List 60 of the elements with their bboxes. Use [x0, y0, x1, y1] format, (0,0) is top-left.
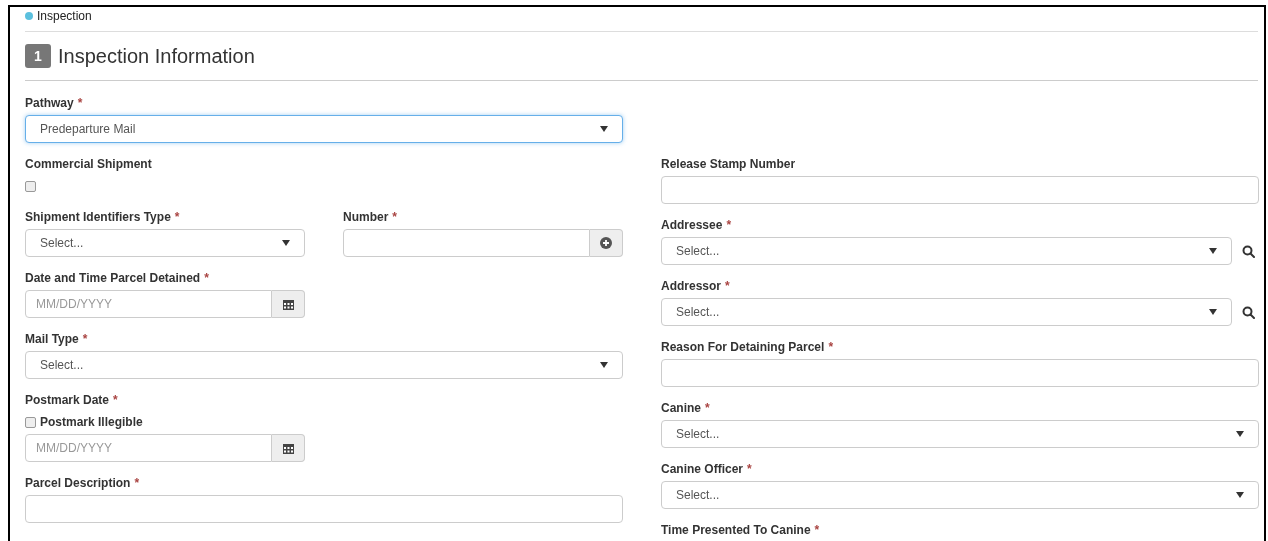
caret-icon: [282, 240, 290, 246]
field-label: Canine: [661, 401, 701, 415]
required-mark: *: [82, 332, 88, 346]
required-mark: *: [174, 210, 180, 224]
required-mark: *: [113, 393, 118, 407]
field-label: Addressor: [661, 279, 722, 293]
required-mark: *: [814, 523, 820, 537]
calendar-icon: [282, 442, 294, 454]
caret-icon: [1209, 248, 1217, 254]
field-label: Shipment Identifiers Type: [25, 210, 171, 224]
select-field[interactable]: Select...: [661, 298, 1232, 326]
step-number: 1: [25, 44, 51, 68]
checkbox-label: Postmark Illegible: [40, 415, 143, 429]
required-mark: *: [77, 96, 83, 110]
required-mark: *: [828, 340, 834, 354]
select-field[interactable]: Select...: [661, 481, 1259, 509]
input-field[interactable]: [25, 495, 623, 523]
field-label: Date and Time Parcel Detained: [25, 271, 201, 285]
select-field[interactable]: Select...: [661, 420, 1259, 448]
required-mark: *: [725, 279, 730, 293]
checkbox[interactable]: [25, 180, 36, 192]
required-mark: *: [134, 476, 140, 490]
required-mark: *: [392, 210, 397, 224]
required-mark: *: [726, 218, 732, 232]
field-label: Commercial Shipment: [25, 157, 152, 171]
calendar-button[interactable]: [272, 290, 305, 318]
field-label: Parcel Description: [25, 476, 131, 490]
field-label: Postmark Date: [25, 393, 110, 407]
calendar-icon: [282, 298, 294, 310]
required-mark: *: [705, 401, 710, 415]
select-field[interactable]: Select...: [25, 229, 305, 257]
search-icon[interactable]: [1242, 244, 1255, 258]
field-label: Time Presented To Canine: [661, 523, 811, 537]
field-label: Reason For Detaining Parcel: [661, 340, 825, 354]
field-label: Addressee: [661, 218, 723, 232]
caret-icon: [600, 362, 608, 368]
select-field[interactable]: Select...: [661, 237, 1232, 265]
section-title: Inspection Information: [58, 44, 255, 68]
caret-icon: [600, 126, 608, 132]
input-field[interactable]: [661, 359, 1259, 387]
checkbox[interactable]: [25, 416, 36, 428]
caret-icon: [1236, 492, 1244, 498]
field-label: Mail Type: [25, 332, 79, 346]
input-field[interactable]: [343, 229, 590, 257]
select-field[interactable]: Predeparture Mail: [25, 115, 623, 143]
search-icon[interactable]: [1242, 305, 1255, 319]
calendar-button[interactable]: [272, 434, 305, 462]
field-label: Canine Officer: [661, 462, 744, 476]
caret-icon: [1209, 309, 1217, 315]
add-button[interactable]: [590, 229, 623, 257]
required-mark: *: [204, 271, 209, 285]
plus-circle-icon: [600, 237, 612, 249]
field-label: Pathway: [25, 96, 74, 110]
required-mark: *: [747, 462, 752, 476]
select-field[interactable]: Select...: [25, 351, 623, 379]
input-field[interactable]: [661, 176, 1259, 204]
breadcrumb-label: Inspection: [37, 9, 92, 23]
field-label: Number: [343, 210, 389, 224]
field-label: Release Stamp Number: [661, 157, 796, 171]
caret-icon: [1236, 431, 1244, 437]
